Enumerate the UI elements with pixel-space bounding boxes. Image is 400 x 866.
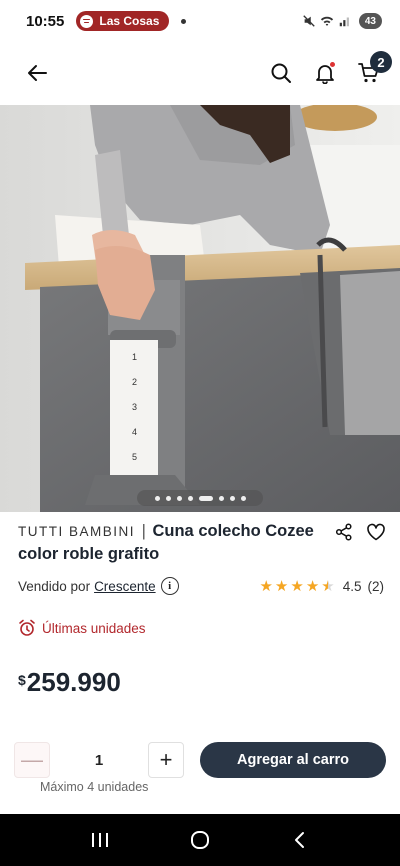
info-icon[interactable]: i — [160, 577, 179, 595]
seller-label: Vendido por — [18, 578, 91, 594]
status-bar: 10:55 Las Cosas 43 — [0, 0, 400, 42]
ruler-mark: 2 — [132, 377, 137, 387]
status-time: 10:55 — [26, 12, 65, 30]
add-to-cart-button[interactable]: Agregar al carro — [200, 742, 386, 778]
share-icon — [335, 523, 352, 541]
product-title: TUTTI BAMBINI | Cuna colecho Cozee color… — [18, 520, 334, 565]
carousel-dot[interactable] — [187, 495, 193, 501]
seller-link[interactable]: Crescente — [94, 579, 156, 594]
carousel-dot[interactable] — [176, 495, 182, 501]
back-button[interactable] — [22, 58, 52, 88]
home-icon — [191, 831, 209, 849]
star-icon: ★ — [290, 577, 304, 595]
carousel-dot[interactable] — [240, 495, 246, 501]
image-carousel-indicator[interactable] — [137, 490, 263, 506]
spotify-icon — [80, 14, 94, 28]
wifi-icon — [320, 16, 333, 26]
carousel-dot[interactable] — [154, 495, 160, 501]
product-rating[interactable]: ★ ★ ★ ★ ★ 4.5 (2) — [259, 579, 384, 594]
cart-count-badge: 2 — [370, 51, 392, 73]
star-icon: ★ — [305, 577, 320, 595]
ruler-mark: 3 — [132, 402, 137, 412]
quantity-stepper: — 1 + — [14, 742, 184, 778]
home-button[interactable] — [180, 820, 220, 860]
notification-badge — [329, 61, 336, 68]
notifications-button[interactable] — [310, 58, 340, 88]
ruler-mark: 4 — [132, 427, 137, 437]
battery-indicator: 43 — [358, 13, 382, 29]
mute-icon — [303, 15, 315, 27]
recent-apps-button[interactable] — [80, 820, 120, 860]
star-icon: ★ — [259, 577, 273, 595]
price-currency: $ — [18, 672, 26, 688]
stock-label: Últimas unidades — [42, 620, 146, 636]
search-icon — [271, 63, 291, 83]
carousel-dot[interactable] — [229, 495, 235, 501]
spotify-now-playing-pill[interactable]: Las Cosas — [76, 11, 170, 31]
system-navigation-bar — [0, 814, 400, 866]
favorite-button[interactable] — [366, 522, 386, 542]
carousel-dot[interactable] — [218, 495, 224, 501]
share-button[interactable] — [334, 522, 354, 542]
quantity-value: 1 — [94, 751, 104, 769]
title-separator: | — [141, 522, 146, 540]
stock-status: Últimas unidades — [18, 619, 146, 637]
product-price: $ 259.990 — [18, 667, 121, 698]
cart-button[interactable]: 2 — [354, 51, 392, 88]
signal-icon — [339, 17, 349, 27]
recent-apps-icon — [92, 833, 108, 847]
product-photo: 1 2 3 4 5 6 — [0, 105, 400, 512]
product-title-row: TUTTI BAMBINI | Cuna colecho Cozee color… — [18, 520, 386, 565]
search-button[interactable] — [266, 58, 296, 88]
purchase-row: — 1 + Agregar al carro — [14, 740, 388, 780]
quantity-decrease-button[interactable]: — — [14, 742, 50, 778]
ruler-mark: 1 — [132, 352, 137, 362]
back-nav-button[interactable] — [280, 820, 320, 860]
chevron-left-icon — [295, 832, 304, 848]
max-units-note: Máximo 4 unidades — [40, 780, 149, 794]
product-image[interactable]: 1 2 3 4 5 6 — [0, 105, 400, 512]
quantity-increase-button[interactable]: + — [148, 742, 184, 778]
app-header: 2 — [0, 42, 400, 104]
half-star-icon: ★ — [321, 577, 335, 595]
arrow-left-icon — [28, 65, 47, 81]
brand-name[interactable]: TUTTI BAMBINI — [18, 524, 135, 539]
status-icons: 43 — [302, 13, 382, 29]
price-amount: 259.990 — [26, 667, 121, 697]
review-count: (2) — [367, 578, 385, 594]
ruler-mark: 5 — [132, 452, 137, 462]
rating-value: 4.5 — [342, 578, 362, 594]
carousel-dot-active[interactable] — [198, 495, 213, 501]
heart-icon — [367, 523, 385, 541]
star-icon: ★ — [274, 577, 289, 595]
seller-rating-row: Vendido por Crescente i ★ ★ ★ ★ ★ 4.5 (2… — [18, 577, 384, 595]
alarm-clock-icon — [19, 619, 35, 636]
notification-dot-icon — [181, 18, 187, 24]
carousel-dot[interactable] — [165, 495, 171, 501]
spotify-track-label: Las Cosas — [99, 14, 160, 28]
